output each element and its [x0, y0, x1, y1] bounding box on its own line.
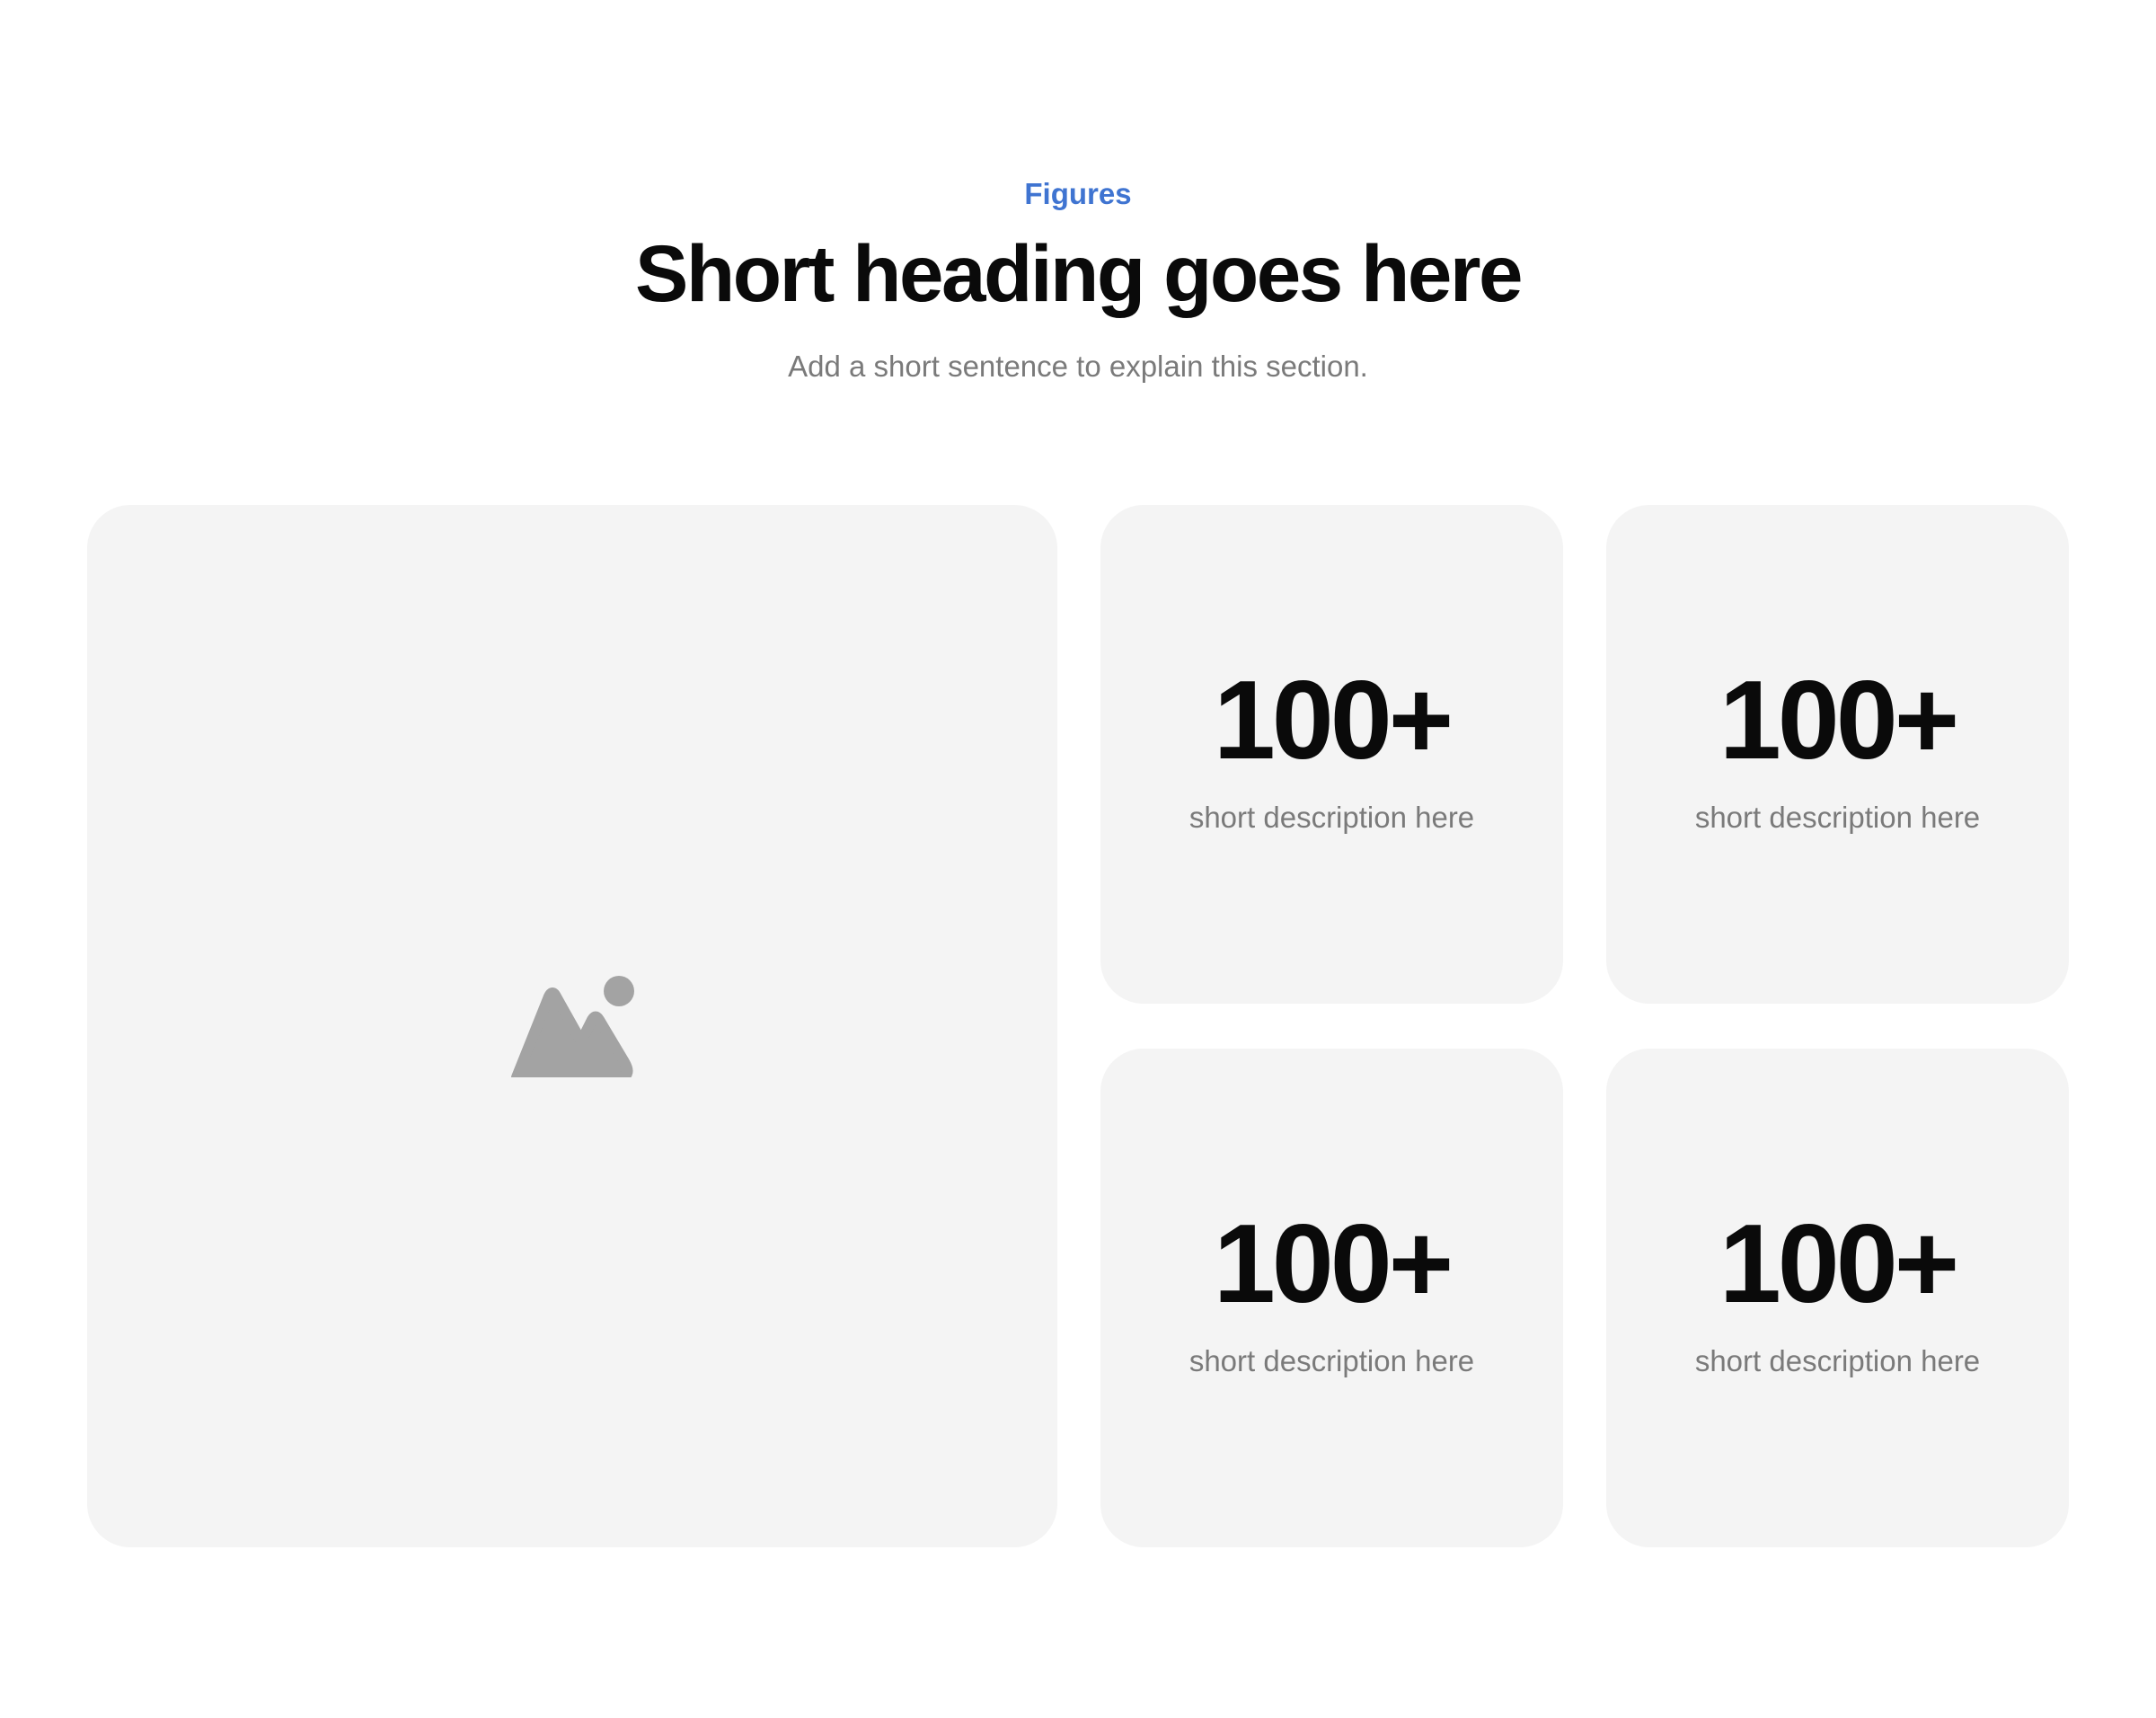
stat-description: short description here — [1188, 1343, 1475, 1377]
section-heading: Short heading goes here — [635, 228, 1523, 318]
stat-description: short description here — [1188, 800, 1475, 834]
section-header: Figures Short heading goes here Add a sh… — [0, 171, 2156, 390]
section-subtitle: Add a short sentence to explain this sec… — [788, 350, 1368, 383]
figures-section: Figures Short heading goes here Add a sh… — [0, 0, 2156, 1718]
stat-card: 100+ short description here — [1606, 1049, 2069, 1547]
stat-value: 100+ — [1213, 1201, 1454, 1326]
stat-value: 100+ — [1213, 658, 1454, 783]
stat-card: 100+ short description here — [1606, 505, 2069, 1004]
image-placeholder-card — [87, 505, 1057, 1547]
stat-card: 100+ short description here — [1100, 1049, 1563, 1547]
stat-card: 100+ short description here — [1100, 505, 1563, 1004]
stat-value: 100+ — [1719, 1201, 1959, 1326]
stat-description: short description here — [1694, 1343, 1981, 1377]
image-placeholder-icon — [511, 976, 634, 1077]
section-eyebrow: Figures — [1024, 177, 1132, 210]
figures-grid: 100+ short description here 100+ short d… — [87, 505, 2070, 1547]
stat-description: short description here — [1694, 800, 1981, 834]
stat-value: 100+ — [1719, 658, 1959, 783]
